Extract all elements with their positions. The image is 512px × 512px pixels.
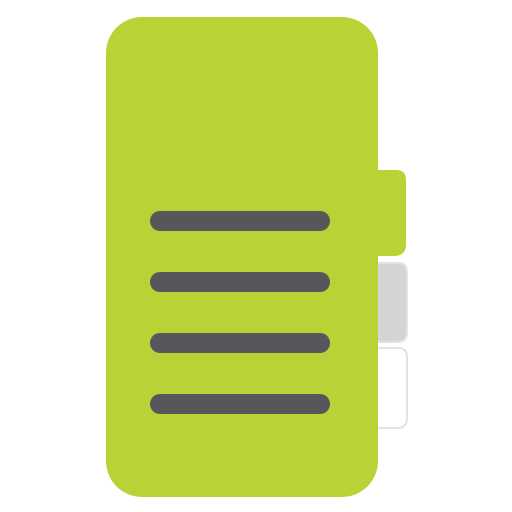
document-with-tabs-icon — [106, 17, 408, 497]
icon-canvas — [0, 0, 512, 512]
document-body — [106, 17, 378, 497]
